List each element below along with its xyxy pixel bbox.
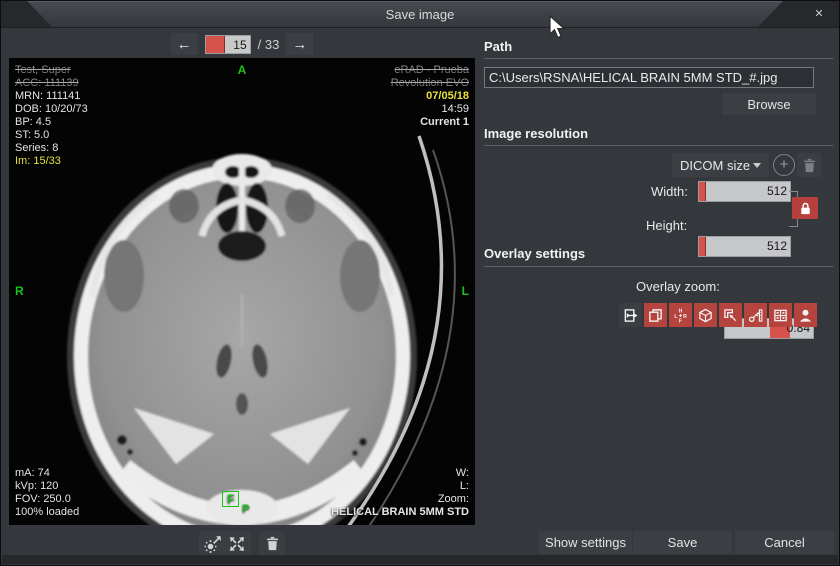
ruler-arrow-icon — [723, 308, 738, 323]
browse-button[interactable]: Browse — [722, 93, 816, 115]
mrn: MRN: 111141 — [15, 90, 88, 103]
image-navigation: ← 15 / 33 → — [9, 32, 475, 56]
path-section-header: Path — [484, 39, 512, 54]
overlay-section-divider — [484, 266, 833, 267]
ma-value: mA: 74 — [15, 467, 79, 480]
window-value: W: — [331, 467, 469, 480]
path-section-divider — [484, 58, 833, 59]
viewer-toolbar — [9, 530, 475, 557]
resolution-section-divider — [484, 145, 833, 146]
zoom-value: Zoom: — [331, 493, 469, 506]
viewer-tool-group — [199, 531, 251, 556]
svg-text:F: F — [679, 318, 682, 322]
svg-text:H: H — [679, 308, 683, 314]
orientation-marker-posterior: P — [242, 503, 249, 515]
hide-overlays-button[interactable] — [619, 303, 642, 327]
resolution-section-header: Image resolution — [484, 126, 588, 141]
height-label: Height: — [646, 218, 687, 233]
image-number-slider-fill — [206, 36, 226, 53]
bp: BP: 4.5 — [15, 116, 88, 129]
overlay-acquisition-info: mA: 74 kVp: 120 FOV: 250.0 100% loaded — [15, 467, 79, 519]
patient-icon — [798, 308, 813, 323]
svg-text:L: L — [674, 313, 677, 319]
overlay-section-header: Overlay settings — [484, 246, 585, 261]
scanner-name: Revolution EVO — [391, 77, 469, 90]
width-value: 512 — [767, 184, 787, 198]
overlay-display-info: W: L: Zoom: HELICAL BRAIN 5MM STD — [331, 467, 469, 519]
delete-preset-button[interactable] — [797, 153, 821, 177]
show-settings-button[interactable]: Show settings — [539, 531, 632, 554]
delete-image-button[interactable] — [259, 531, 285, 556]
study-date: 07/05/18 — [391, 90, 469, 103]
grid-overlay-button[interactable] — [769, 303, 792, 327]
image-count-label: / 33 — [258, 37, 280, 52]
st: ST: 5.0 — [15, 129, 88, 142]
overlay-toggle-row: HLRF — [619, 303, 817, 327]
fov-value: FOV: 250.0 — [15, 493, 79, 506]
orientation-marker-right: R — [15, 284, 24, 298]
orientation-marker-feet: F — [222, 491, 239, 507]
ct-image-viewport[interactable]: Test, Super ACC: 111139 MRN: 111141 DOB:… — [9, 58, 475, 525]
caret-down-icon — [753, 163, 761, 168]
window-level-button[interactable] — [744, 303, 767, 327]
close-button[interactable]: ✕ — [810, 6, 828, 22]
study-time: 14:59 — [391, 103, 469, 116]
path-input[interactable]: C:\Users\RSNA\HELICAL BRAIN 5MM STD_#.jp… — [484, 67, 814, 88]
stacked-frames-icon — [648, 308, 663, 323]
previous-image-button[interactable]: ← — [171, 33, 198, 55]
orientation-markers-button[interactable]: HLRF — [669, 303, 692, 327]
loaded-status: 100% loaded — [15, 506, 79, 519]
orientation-markers-icon: HLRF — [673, 308, 688, 323]
hide-overlays-icon — [623, 308, 638, 323]
apply-view-settings-icon[interactable] — [204, 535, 222, 553]
dialog-title: Save image — [1, 7, 839, 22]
orientation-cube-icon — [698, 308, 713, 323]
patient-info-button[interactable] — [794, 303, 817, 327]
trash-icon — [802, 158, 817, 173]
trash-icon — [265, 536, 280, 551]
resolution-preset-dropdown[interactable]: DICOM size — [672, 153, 769, 177]
next-image-button[interactable]: → — [286, 33, 313, 55]
series-number: Series: 8 — [15, 142, 88, 155]
width-slider-fill — [699, 182, 706, 201]
resolution-preset-value: DICOM size — [680, 158, 750, 173]
height-slider-fill — [699, 237, 706, 256]
measurements-button[interactable] — [719, 303, 742, 327]
key-ruler-icon — [748, 308, 763, 323]
save-image-dialog: Save image ✕ ← 15 / 33 → — [0, 0, 840, 566]
current-label: Current 1 — [391, 116, 469, 129]
cancel-button[interactable]: Cancel — [735, 531, 834, 554]
orientation-marker-anterior: A — [9, 63, 475, 77]
height-input[interactable]: 512 — [698, 236, 791, 257]
image-number-input[interactable]: 15 — [205, 35, 251, 54]
orientation-cube-button[interactable] — [694, 303, 717, 327]
height-value: 512 — [767, 239, 787, 253]
kvp-value: kVp: 120 — [15, 480, 79, 493]
overlay-patient-info: Test, Super ACC: 111139 MRN: 111141 DOB:… — [15, 64, 88, 168]
settings-panel: Path C:\Users\RSNA\HELICAL BRAIN 5MM STD… — [483, 31, 833, 526]
image-number-overlay: Im: 15/33 — [15, 155, 88, 168]
overlay-zoom-label: Overlay zoom: — [636, 279, 720, 294]
stacked-frames-button[interactable] — [644, 303, 667, 327]
orientation-marker-left: L — [462, 284, 469, 298]
grid-icon — [773, 308, 788, 323]
lock-icon — [798, 201, 813, 216]
series-description: HELICAL BRAIN 5MM STD — [331, 506, 469, 519]
width-input[interactable]: 512 — [698, 181, 791, 202]
image-number-value: 15 — [225, 36, 249, 53]
dob: DOB: 10/20/73 — [15, 103, 88, 116]
fit-to-window-icon[interactable] — [228, 535, 246, 553]
save-button[interactable]: Save — [633, 531, 732, 554]
svg-text:R: R — [683, 313, 687, 319]
add-preset-button[interactable]: + — [773, 154, 795, 176]
title-bar: Save image ✕ — [1, 1, 839, 28]
dialog-bottom-strip — [2, 555, 838, 564]
accession-number: ACC: 111139 — [15, 77, 88, 90]
width-label: Width: — [651, 184, 688, 199]
aspect-ratio-lock-button[interactable] — [792, 197, 818, 219]
level-value: L: — [331, 480, 469, 493]
